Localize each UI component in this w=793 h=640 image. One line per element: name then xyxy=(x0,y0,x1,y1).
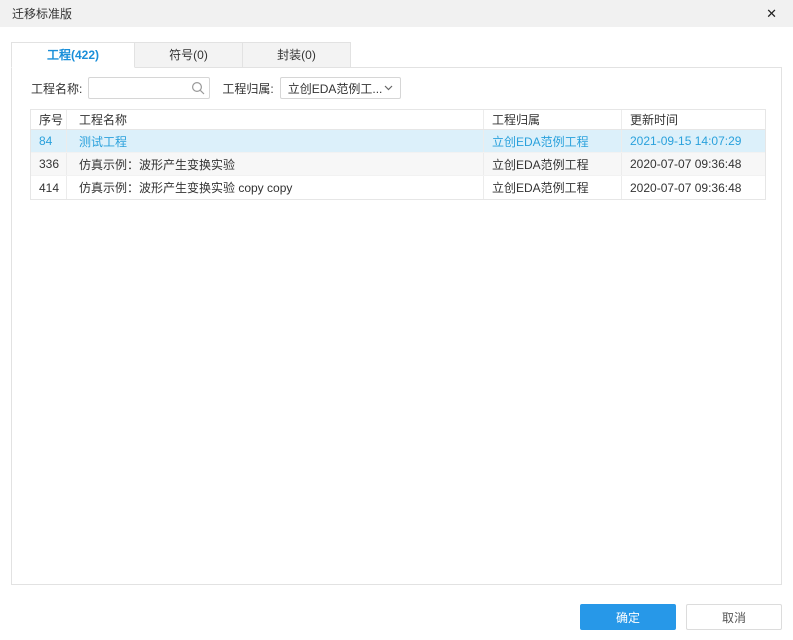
dialog-title: 迁移标准版 xyxy=(12,5,72,22)
row-owner-cell: 立创EDA范例工程 xyxy=(484,130,622,152)
table-row[interactable]: 336 仿真示例：波形产生变换实验 立创EDA范例工程 2020-07-07 0… xyxy=(31,153,765,176)
projects-table: 序号 工程名称 工程归属 更新时间 84 测试工程 立创EDA范例工程 2021… xyxy=(30,109,766,200)
project-name-label: 工程名称: xyxy=(31,80,82,97)
row-owner-cell: 立创EDA范例工程 xyxy=(484,153,622,175)
column-header-id: 序号 xyxy=(31,110,67,129)
owner-select-value: 立创EDA范例工... xyxy=(288,80,383,97)
cancel-button[interactable]: 取消 xyxy=(686,604,782,630)
project-owner-label: 工程归属: xyxy=(222,80,273,97)
confirm-button[interactable]: 确定 xyxy=(580,604,676,630)
column-header-owner: 工程归属 xyxy=(484,110,622,129)
owner-select[interactable]: 立创EDA范例工... xyxy=(280,77,401,99)
table-header: 序号 工程名称 工程归属 更新时间 xyxy=(31,110,765,130)
row-name-cell: 仿真示例：波形产生变换实验 copy copy xyxy=(67,176,484,199)
tab-symbols[interactable]: 符号(0) xyxy=(135,42,243,68)
table-row[interactable]: 84 测试工程 立创EDA范例工程 2021-09-15 14:07:29 xyxy=(31,130,765,153)
row-id-cell: 84 xyxy=(31,130,67,152)
tab-footprints[interactable]: 封装(0) xyxy=(243,42,351,68)
tab-bar: 工程(422) 符号(0) 封装(0) xyxy=(11,42,351,68)
row-updated-cell: 2020-07-07 09:36:48 xyxy=(622,153,765,175)
project-name-search xyxy=(88,77,210,99)
row-id-cell: 414 xyxy=(31,176,67,199)
column-header-name: 工程名称 xyxy=(67,110,484,129)
close-icon[interactable]: ✕ xyxy=(764,5,779,22)
filter-row: 工程名称: 工程归属: 立创EDA范例工... xyxy=(31,77,401,99)
row-id-cell: 336 xyxy=(31,153,67,175)
row-updated-cell: 2021-09-15 14:07:29 xyxy=(622,130,765,152)
table-body: 84 测试工程 立创EDA范例工程 2021-09-15 14:07:29 33… xyxy=(31,130,765,199)
migrate-dialog: 迁移标准版 ✕ 工程(422) 符号(0) 封装(0) 工程名称: 工程归属: … xyxy=(0,0,793,640)
column-header-time: 更新时间 xyxy=(622,110,765,129)
row-name-cell: 测试工程 xyxy=(67,130,484,152)
titlebar: 迁移标准版 ✕ xyxy=(0,0,793,27)
table-row[interactable]: 414 仿真示例：波形产生变换实验 copy copy 立创EDA范例工程 20… xyxy=(31,176,765,199)
tab-projects[interactable]: 工程(422) xyxy=(11,42,135,68)
row-owner-cell: 立创EDA范例工程 xyxy=(484,176,622,199)
row-name-cell: 仿真示例：波形产生变换实验 xyxy=(67,153,484,175)
row-updated-cell: 2020-07-07 09:36:48 xyxy=(622,176,765,199)
chevron-down-icon xyxy=(384,85,393,91)
search-icon xyxy=(191,81,205,95)
